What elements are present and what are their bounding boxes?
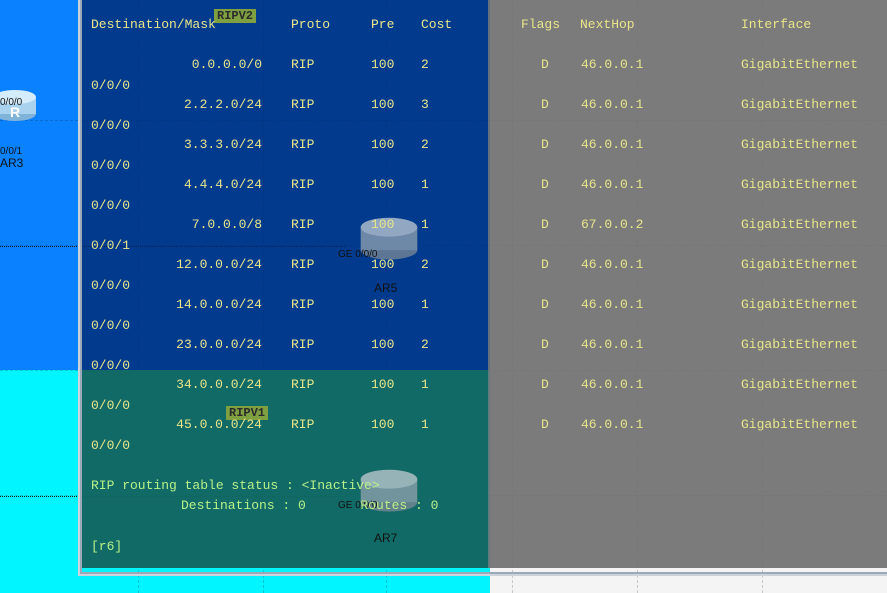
route-proto: RIP xyxy=(291,417,315,432)
route-interface: GigabitEthernet xyxy=(741,217,859,232)
route-proto: RIP xyxy=(291,377,315,392)
route-interface: GigabitEthernet xyxy=(741,377,859,392)
route-nexthop: 46.0.0.1 xyxy=(581,97,644,112)
route-preference: 100 xyxy=(371,177,395,192)
route-cost: 1 xyxy=(421,177,429,192)
header-destination: Destination/Mask xyxy=(91,17,216,32)
rip-status-line: RIP routing table status : <Inactive> xyxy=(91,478,380,493)
route-nexthop: 46.0.0.1 xyxy=(581,177,644,192)
route-nexthop: 46.0.0.1 xyxy=(581,137,644,152)
route-cost: 2 xyxy=(421,257,429,272)
route-cost: 1 xyxy=(421,217,429,232)
route-nexthop: 46.0.0.1 xyxy=(581,57,644,72)
route-interface: GigabitEthernet xyxy=(741,57,859,72)
route-interface: GigabitEthernet xyxy=(741,297,859,312)
route-flags: D xyxy=(541,137,549,152)
device-name: AR5 xyxy=(374,281,398,295)
route-preference: 100 xyxy=(371,257,395,272)
route-proto: RIP xyxy=(291,97,315,112)
route-interface: GigabitEthernet xyxy=(741,257,859,272)
route-nexthop: 46.0.0.1 xyxy=(581,377,644,392)
header-cost: Cost xyxy=(421,17,453,32)
device-name: AR7 xyxy=(374,531,398,545)
route-nexthop: 46.0.0.1 xyxy=(581,257,644,272)
area-label-ripv2[interactable]: RIPV2 xyxy=(214,9,257,23)
route-preference: 100 xyxy=(371,297,395,312)
route-cost: 1 xyxy=(421,297,429,312)
header-flags: Flags xyxy=(521,17,561,32)
route-preference: 100 xyxy=(371,417,395,432)
route-flags: D xyxy=(541,177,549,192)
route-cost: 2 xyxy=(421,137,429,152)
route-interface-port: 0/0/1 xyxy=(91,238,131,253)
route-cost: 2 xyxy=(421,337,429,352)
route-nexthop: 46.0.0.1 xyxy=(581,297,644,312)
route-preference: 100 xyxy=(371,377,395,392)
route-destination: 4.4.4.0/24 xyxy=(183,177,262,192)
route-interface: GigabitEthernet xyxy=(741,177,859,192)
route-interface: GigabitEthernet xyxy=(741,337,859,352)
route-interface-port: 0/0/0 xyxy=(91,398,131,413)
port-label: 0/0/0 xyxy=(0,97,23,108)
route-interface: GigabitEthernet xyxy=(741,137,859,152)
route-destination: 12.0.0.0/24 xyxy=(176,257,262,272)
route-destination: 2.2.2.0/24 xyxy=(183,97,262,112)
route-proto: RIP xyxy=(291,217,315,232)
route-proto: RIP xyxy=(291,177,315,192)
route-preference: 100 xyxy=(371,217,395,232)
header-nexthop: NextHop xyxy=(580,17,635,32)
route-interface-port: 0/0/0 xyxy=(91,358,131,373)
route-flags: D xyxy=(541,257,549,272)
route-flags: D xyxy=(541,377,549,392)
route-cost: 1 xyxy=(421,417,429,432)
route-proto: RIP xyxy=(291,137,315,152)
header-interface: Interface xyxy=(741,17,812,32)
route-destination: 34.0.0.0/24 xyxy=(176,377,262,392)
route-flags: D xyxy=(541,217,549,232)
route-preference: 100 xyxy=(371,137,395,152)
header-pre: Pre xyxy=(371,17,395,32)
route-interface-port: 0/0/0 xyxy=(91,198,131,213)
route-cost: 1 xyxy=(421,377,429,392)
route-interface-port: 0/0/0 xyxy=(91,278,131,293)
route-preference: 100 xyxy=(371,57,395,72)
header-proto: Proto xyxy=(291,17,331,32)
command-prompt[interactable]: [r6] xyxy=(91,539,122,555)
route-interface-port: 0/0/0 xyxy=(91,318,131,333)
route-interface: GigabitEthernet xyxy=(741,417,859,432)
route-destination: 7.0.0.0/8 xyxy=(191,217,262,232)
route-nexthop: 46.0.0.1 xyxy=(581,337,644,352)
route-interface-port: 0/0/0 xyxy=(91,158,131,173)
route-interface: GigabitEthernet xyxy=(741,97,859,112)
route-proto: RIP xyxy=(291,57,315,72)
route-destination: 14.0.0.0/24 xyxy=(176,297,262,312)
route-proto: RIP xyxy=(291,297,315,312)
route-destination: 0.0.0.0/0 xyxy=(191,57,262,72)
route-flags: D xyxy=(541,337,549,352)
route-interface-port: 0/0/0 xyxy=(91,438,131,453)
route-destination: 45.0.0.0/24 xyxy=(176,417,262,432)
destinations-summary: Destinations : 0 Routes : 0 xyxy=(181,498,439,513)
route-preference: 100 xyxy=(371,337,395,352)
route-nexthop: 46.0.0.1 xyxy=(581,417,644,432)
route-nexthop: 67.0.0.2 xyxy=(581,217,644,232)
route-proto: RIP xyxy=(291,337,315,352)
route-destination: 23.0.0.0/24 xyxy=(176,337,262,352)
route-flags: D xyxy=(541,57,549,72)
route-interface-port: 0/0/0 xyxy=(91,118,131,133)
route-flags: D xyxy=(541,297,549,312)
route-proto: RIP xyxy=(291,257,315,272)
device-name: AR3 xyxy=(0,156,24,170)
route-destination: 3.3.3.0/24 xyxy=(183,137,262,152)
route-flags: D xyxy=(541,97,549,112)
route-interface-port: 0/0/0 xyxy=(91,78,131,93)
route-preference: 100 xyxy=(371,97,395,112)
route-flags: D xyxy=(541,417,549,432)
route-cost: 3 xyxy=(421,97,429,112)
route-cost: 2 xyxy=(421,57,429,72)
